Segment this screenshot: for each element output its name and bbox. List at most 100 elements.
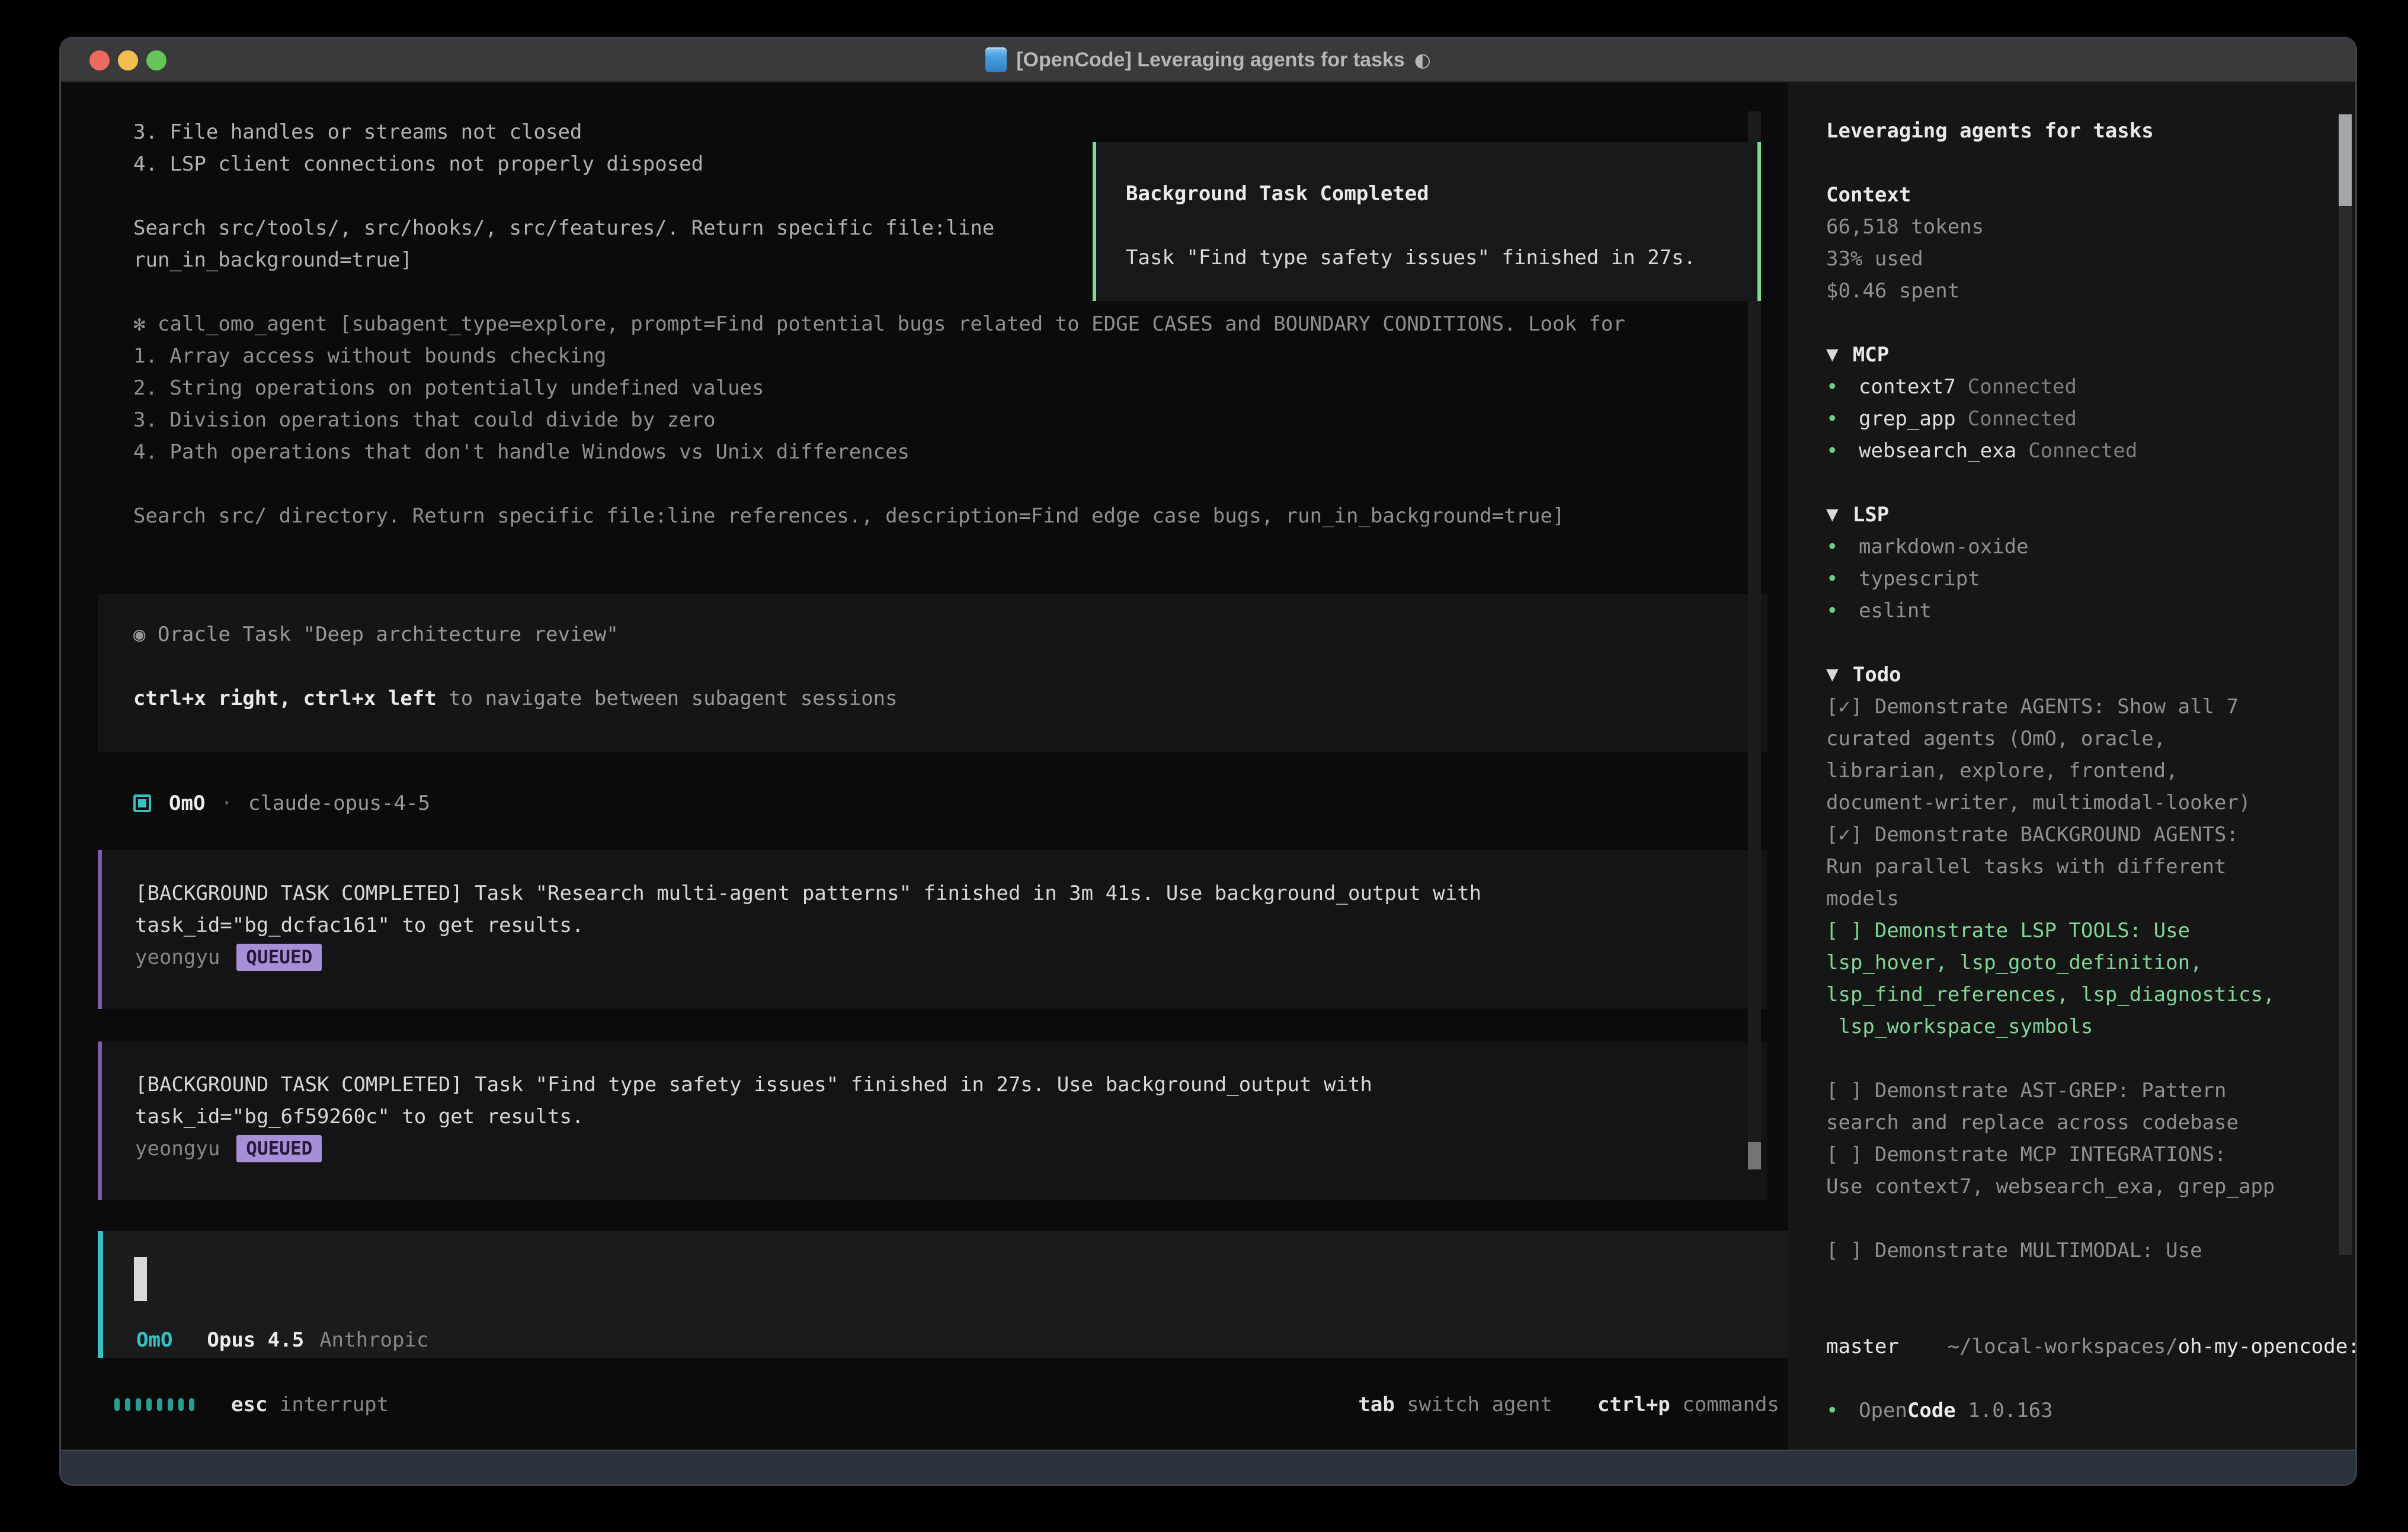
chevron-down-icon: ▼ <box>1826 659 1839 691</box>
todo-item: [ ] Demonstrate MCP INTEGRATIONS: Use co… <box>1826 1139 2355 1203</box>
input-provider-label: Anthropic <box>319 1328 428 1352</box>
tab-key-label: switch agent <box>1395 1393 1552 1416</box>
todo-section-header[interactable]: ▼ Todo <box>1826 659 2355 691</box>
sidebar-scrollbar-thumb[interactable] <box>2339 114 2352 206</box>
agent-header: OmO · claude-opus-4-5 <box>133 787 430 819</box>
lsp-name: markdown-oxide <box>1859 531 2029 563</box>
todo-item-active: [ ] Demonstrate LSP TOOLS: Use lsp_hover… <box>1826 915 2355 1043</box>
oracle-title-text <box>145 623 157 646</box>
mcp-item: • websearch_exa Connected <box>1826 435 2355 467</box>
traffic-lights <box>89 39 166 82</box>
bullet-icon: • <box>1826 435 1859 467</box>
message-meta: yeongyu QUEUED <box>135 941 1767 973</box>
bullet-icon: • <box>1826 403 1859 435</box>
todo-line: curated agents (OmO, oracle, <box>1826 723 2355 755</box>
todo-line: Use context7, websearch_exa, grep_app <box>1826 1171 2355 1203</box>
close-button[interactable] <box>89 50 110 70</box>
message-line: [BACKGROUND TASK COMPLETED] Task "Resear… <box>135 877 1767 909</box>
tool-call-tail: Search src/ directory. Return specific f… <box>133 500 1625 532</box>
todo-line: [ ] Demonstrate AST-GREP: Pattern <box>1826 1075 2355 1107</box>
status-left: esc interrupt <box>114 1393 389 1416</box>
message-line: [BACKGROUND TASK COMPLETED] Task "Find t… <box>135 1069 1767 1101</box>
notification-toast[interactable]: Background Task Completed Task "Find typ… <box>1093 142 1761 301</box>
main-scrollbar-thumb[interactable] <box>1748 1142 1761 1169</box>
background-task-message: [BACKGROUND TASK COMPLETED] Task "Find t… <box>98 1041 1767 1200</box>
input-meta: OmO Opus 4.5 Anthropic <box>136 1325 428 1355</box>
mcp-name: context7 <box>1859 371 1956 403</box>
status-right: tab switch agent ctrl+p commands <box>1358 1393 1779 1416</box>
bullet-icon: • <box>1826 595 1859 627</box>
minimize-button[interactable] <box>118 50 138 70</box>
mcp-status: Connected <box>1968 403 2077 435</box>
todo-line: [ ] Demonstrate LSP TOOLS: Use <box>1826 915 2355 947</box>
zoom-button[interactable] <box>146 50 166 70</box>
prompt-input[interactable]: OmO Opus 4.5 Anthropic <box>98 1231 1794 1358</box>
separator-dot: · <box>220 791 232 815</box>
workspace-path-prefix: ~/local-workspaces/ <box>1948 1335 2178 1358</box>
workspace-repo: oh-my-opencode: <box>2178 1335 2357 1358</box>
message-author: yeongyu <box>135 946 220 969</box>
context-heading: Context <box>1826 179 2355 211</box>
blank-line <box>133 650 1767 682</box>
mcp-section-header[interactable]: ▼ MCP <box>1826 339 2355 371</box>
screen: [OpenCode] Leveraging agents for tasks ◐… <box>0 0 2408 1532</box>
window-title: [OpenCode] Leveraging agents for tasks ◐ <box>985 47 1431 72</box>
lsp-section-header[interactable]: ▼ LSP <box>1826 499 2355 531</box>
agent-model: claude-opus-4-5 <box>248 791 430 815</box>
session-title: Leveraging agents for tasks <box>1826 115 2355 147</box>
mcp-name: grep_app <box>1859 403 1956 435</box>
window-content: 3. File handles or streams not closed 4.… <box>61 82 2355 1450</box>
lsp-item: • markdown-oxide <box>1826 531 2355 563</box>
mcp-item: • grep_app Connected <box>1826 403 2355 435</box>
agent-icon <box>133 794 151 812</box>
toast-title: Background Task Completed <box>1126 178 1757 210</box>
status-badge: QUEUED <box>236 1135 322 1162</box>
tool-call-item: 3. Division operations that could divide… <box>133 404 1625 436</box>
commands-hint: ctrl+p commands <box>1597 1393 1779 1416</box>
tool-call-item: 2. String operations on potentially unde… <box>133 372 1625 404</box>
todo-line: librarian, explore, frontend, <box>1826 755 2355 787</box>
blank-line <box>1126 210 1757 242</box>
todo-line: models <box>1826 883 2355 915</box>
bullet-icon: • <box>1826 531 1859 563</box>
todo-item: [✓] Demonstrate BACKGROUND AGENTS: Run p… <box>1826 819 2355 915</box>
tool-call-line: ✻ call_omo_agent [subagent_type=explore,… <box>133 308 1625 340</box>
chevron-down-icon: ▼ <box>1826 499 1839 531</box>
lsp-item: • typescript <box>1826 563 2355 595</box>
sidebar-scrollbar[interactable] <box>2339 114 2352 1255</box>
todo-line: [ ] Demonstrate MULTIMODAL: Use <box>1826 1235 2355 1267</box>
brand-open: Open <box>1859 1395 1907 1427</box>
version-line: • OpenCode 1.0.163 <box>1826 1395 2355 1427</box>
message-line: task_id="bg_dcfac161" to get results. <box>135 909 1767 941</box>
mcp-status: Connected <box>2028 435 2137 467</box>
tool-call-item: 4. Path operations that don't handle Win… <box>133 436 1625 468</box>
mcp-item: • context7 Connected <box>1826 371 2355 403</box>
context-tokens: 66,518 tokens <box>1826 211 2355 243</box>
bullet-icon: • <box>1826 1395 1859 1427</box>
todo-line: lsp_hover, lsp_goto_definition, <box>1826 947 2355 979</box>
message-meta: yeongyu QUEUED <box>135 1133 1767 1165</box>
lsp-name: eslint <box>1859 595 1932 627</box>
blank-line <box>133 468 1625 500</box>
oracle-title-text: Oracle Task "Deep architecture review" <box>158 623 619 646</box>
mcp-name: websearch_exa <box>1859 435 2016 467</box>
hint-keys: ctrl+x right, ctrl+x left <box>133 687 437 710</box>
bullet-icon: • <box>1826 563 1859 595</box>
bullet-icon: • <box>1826 371 1859 403</box>
mcp-heading: MCP <box>1853 339 1889 371</box>
todo-line: search and replace across codebase <box>1826 1107 2355 1139</box>
context-used: 33% used <box>1826 243 2355 275</box>
title-bar: [OpenCode] Leveraging agents for tasks ◐ <box>61 39 2355 82</box>
input-model-label: Opus 4.5 <box>207 1328 304 1352</box>
todo-line: lsp_workspace_symbols <box>1826 1011 2355 1043</box>
navigation-hint: ctrl+x right, ctrl+x left to navigate be… <box>133 682 1767 714</box>
session-sidebar: Leveraging agents for tasks Context 66,5… <box>1788 82 2355 1450</box>
tab-key-hint: tab <box>1358 1393 1394 1416</box>
hint-text: to navigate between subagent sessions <box>437 687 898 710</box>
message-author: yeongyu <box>135 1137 220 1161</box>
todo-line: [✓] Demonstrate BACKGROUND AGENTS: <box>1826 819 2355 851</box>
status-badge: QUEUED <box>236 944 322 971</box>
oracle-task-panel: ◉ Oracle Task "Deep architecture review"… <box>98 594 1767 752</box>
chevron-down-icon: ▼ <box>1826 339 1839 371</box>
tool-call-text <box>145 312 157 336</box>
